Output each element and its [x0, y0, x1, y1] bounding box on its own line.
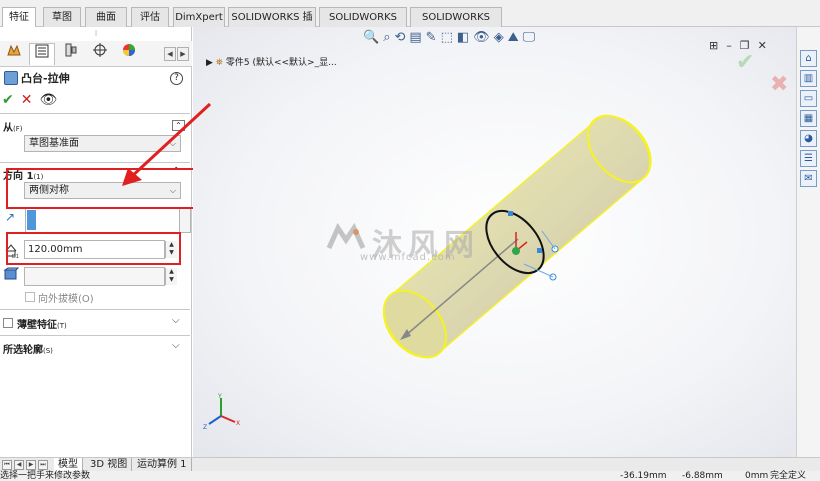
annotation-highlight-end-condition	[6, 168, 197, 209]
tab-solidworks-addins[interactable]: SOLIDWORKS 插件	[228, 7, 316, 42]
display-manager-tab-icon[interactable]	[116, 43, 142, 65]
help-icon[interactable]: ?	[170, 72, 183, 85]
drag-handle[interactable]	[508, 211, 513, 216]
svg-text:Z: Z	[203, 424, 207, 431]
tab-model[interactable]: 模型	[54, 458, 83, 472]
tile-window-icon[interactable]: ⊞	[709, 39, 726, 52]
from-condition-value: 草图基准面	[29, 138, 79, 149]
thin-feature-label: 薄壁特征	[17, 320, 57, 331]
svg-text:X: X	[236, 420, 240, 427]
svg-text:Y: Y	[217, 393, 222, 400]
from-condition-select[interactable]: 草图基准面 ⌵	[24, 135, 181, 152]
thin-feature-checkbox[interactable]	[3, 318, 13, 328]
selected-contours-header[interactable]: 所选轮廓(S)	[3, 341, 53, 356]
prev-tab-icon[interactable]: ◀	[14, 460, 24, 470]
tab-scroll-left-icon[interactable]: ◀	[164, 47, 176, 61]
spin-up-icon[interactable]: ▲	[166, 268, 177, 276]
status-hint: 选择一把手来修改参数	[0, 471, 91, 481]
action-buttons: ✔ ✕ 👁	[2, 91, 57, 109]
selection-box-scroll	[179, 207, 191, 233]
divider	[0, 309, 190, 310]
panel-grip-handle[interactable]: ⁝	[0, 27, 192, 41]
preview-eye-icon[interactable]: 👁	[39, 92, 57, 108]
divider	[0, 335, 190, 336]
feature-manager-tab-icon[interactable]	[1, 43, 27, 65]
confirm-cancel-icon[interactable]: ✖	[770, 72, 788, 97]
divider	[0, 113, 190, 114]
selected-contours-label: 所选轮廓	[3, 345, 43, 356]
draft-outward-checkbox[interactable]	[25, 292, 35, 302]
status-bar: 选择一把手来修改参数 -36.19mm -6.88mm 0mm 完全定义	[0, 471, 820, 481]
tab-solidworks-cam[interactable]: SOLIDWORKS CAM	[410, 7, 502, 42]
boss-extrude-icon	[4, 71, 18, 85]
confirm-ok-icon[interactable]: ✔	[736, 50, 754, 75]
chevron-down-icon: ⌵	[169, 139, 176, 148]
forum-icon[interactable]: ✉	[800, 170, 817, 187]
origin-point	[512, 247, 520, 255]
thin-feature-header[interactable]: 薄壁特征(T)	[17, 316, 67, 331]
coordinate-triad: Y X Z	[203, 393, 240, 431]
tab-features[interactable]: 特征	[2, 7, 36, 28]
draft-angle-spinner[interactable]: ▲ ▼	[165, 268, 177, 285]
from-section-shortcut: (F)	[13, 125, 23, 133]
divider	[0, 162, 190, 163]
draft-on-off-icon[interactable]	[3, 267, 20, 284]
draft-angle-input[interactable]	[24, 267, 165, 286]
configuration-manager-tab-icon[interactable]	[58, 43, 84, 65]
close-icon[interactable]: ✕	[758, 39, 775, 52]
dimxpert-manager-tab-icon[interactable]	[87, 43, 113, 65]
collapse-icon[interactable]: ⌃	[172, 120, 185, 131]
reverse-direction-arrow-icon[interactable]: ↗	[5, 210, 15, 224]
graphics-area[interactable]: 🔍⌕⟲▤✎⬚◧👁◈⛰🖵 ▶ ⛯ 零件5 (默认<<默认>_显... Y X Z …	[193, 27, 796, 457]
tab-scroll-right-icon[interactable]: ▶	[177, 47, 189, 61]
status-z-coordinate: 0mm	[745, 471, 769, 481]
solidworks-resources-home-icon[interactable]: ⌂	[800, 50, 817, 67]
tab-3d-views[interactable]: 3D 视图	[86, 458, 133, 472]
annotation-highlight-depth	[6, 232, 181, 265]
tab-motion-study-1[interactable]: 运动算例 1	[133, 458, 192, 472]
status-definition-state: 完全定义	[770, 471, 807, 481]
tab-evaluate[interactable]: 评估	[131, 7, 169, 27]
watermark-url: www.mfcad.com	[360, 252, 456, 263]
active-selection-indicator	[27, 210, 36, 230]
selected-contours-shortcut: (S)	[43, 347, 53, 355]
first-tab-icon[interactable]: ⏮	[2, 460, 12, 470]
custom-properties-icon[interactable]: ☰	[800, 150, 817, 167]
status-y-coordinate: -6.88mm	[682, 471, 723, 481]
watermark-logo	[326, 222, 366, 250]
tab-solidworks-mbd[interactable]: SOLIDWORKS MBD	[319, 7, 407, 42]
appearances-scenes-icon[interactable]: ◕	[800, 130, 817, 147]
status-x-coordinate: -36.19mm	[620, 471, 667, 481]
next-tab-icon[interactable]: ▶	[26, 460, 36, 470]
tab-surfaces[interactable]: 曲面	[85, 7, 127, 27]
property-manager-tab-icon[interactable]	[29, 43, 55, 65]
view-palette-icon[interactable]: ▦	[800, 110, 817, 127]
tab-dimxpert[interactable]: DimXpert	[173, 7, 225, 27]
task-pane-strip: ⌂ ▥ ▭ ▦ ◕ ☰ ✉	[796, 27, 820, 457]
chevron-down-icon[interactable]: ⌵	[172, 340, 180, 351]
thin-feature-shortcut: (T)	[57, 322, 67, 330]
feature-title-text: 凸台-拉伸	[21, 72, 70, 85]
chevron-down-icon[interactable]: ⌵	[172, 315, 180, 326]
last-tab-icon[interactable]: ⏭	[38, 460, 48, 470]
manager-tabs: ◀ ▶	[0, 41, 192, 67]
direction-selection-box[interactable]	[25, 207, 191, 233]
ok-check-icon[interactable]: ✔	[2, 92, 14, 108]
from-section-label: 从	[3, 123, 13, 134]
bottom-tab-bar: ⏮ ◀ ▶ ⏭ 模型 3D 视图 运动算例 1	[0, 457, 820, 472]
cancel-x-icon[interactable]: ✕	[21, 92, 33, 108]
spin-down-icon[interactable]: ▼	[166, 276, 177, 284]
from-section-header[interactable]: 从(F)	[3, 119, 23, 134]
tab-sketch[interactable]: 草图	[43, 7, 81, 27]
design-library-icon[interactable]: ▥	[800, 70, 817, 87]
draft-outward-label: 向外拔模(O)	[38, 294, 94, 305]
drag-handle[interactable]	[537, 248, 542, 253]
model-cylinder[interactable]	[193, 27, 796, 457]
feature-title: 凸台-拉伸	[4, 70, 70, 88]
file-explorer-folder-icon[interactable]: ▭	[800, 90, 817, 107]
command-manager-tabs: 特征 草图 曲面 评估 DimXpert SOLIDWORKS 插件 SOLID…	[0, 0, 820, 42]
